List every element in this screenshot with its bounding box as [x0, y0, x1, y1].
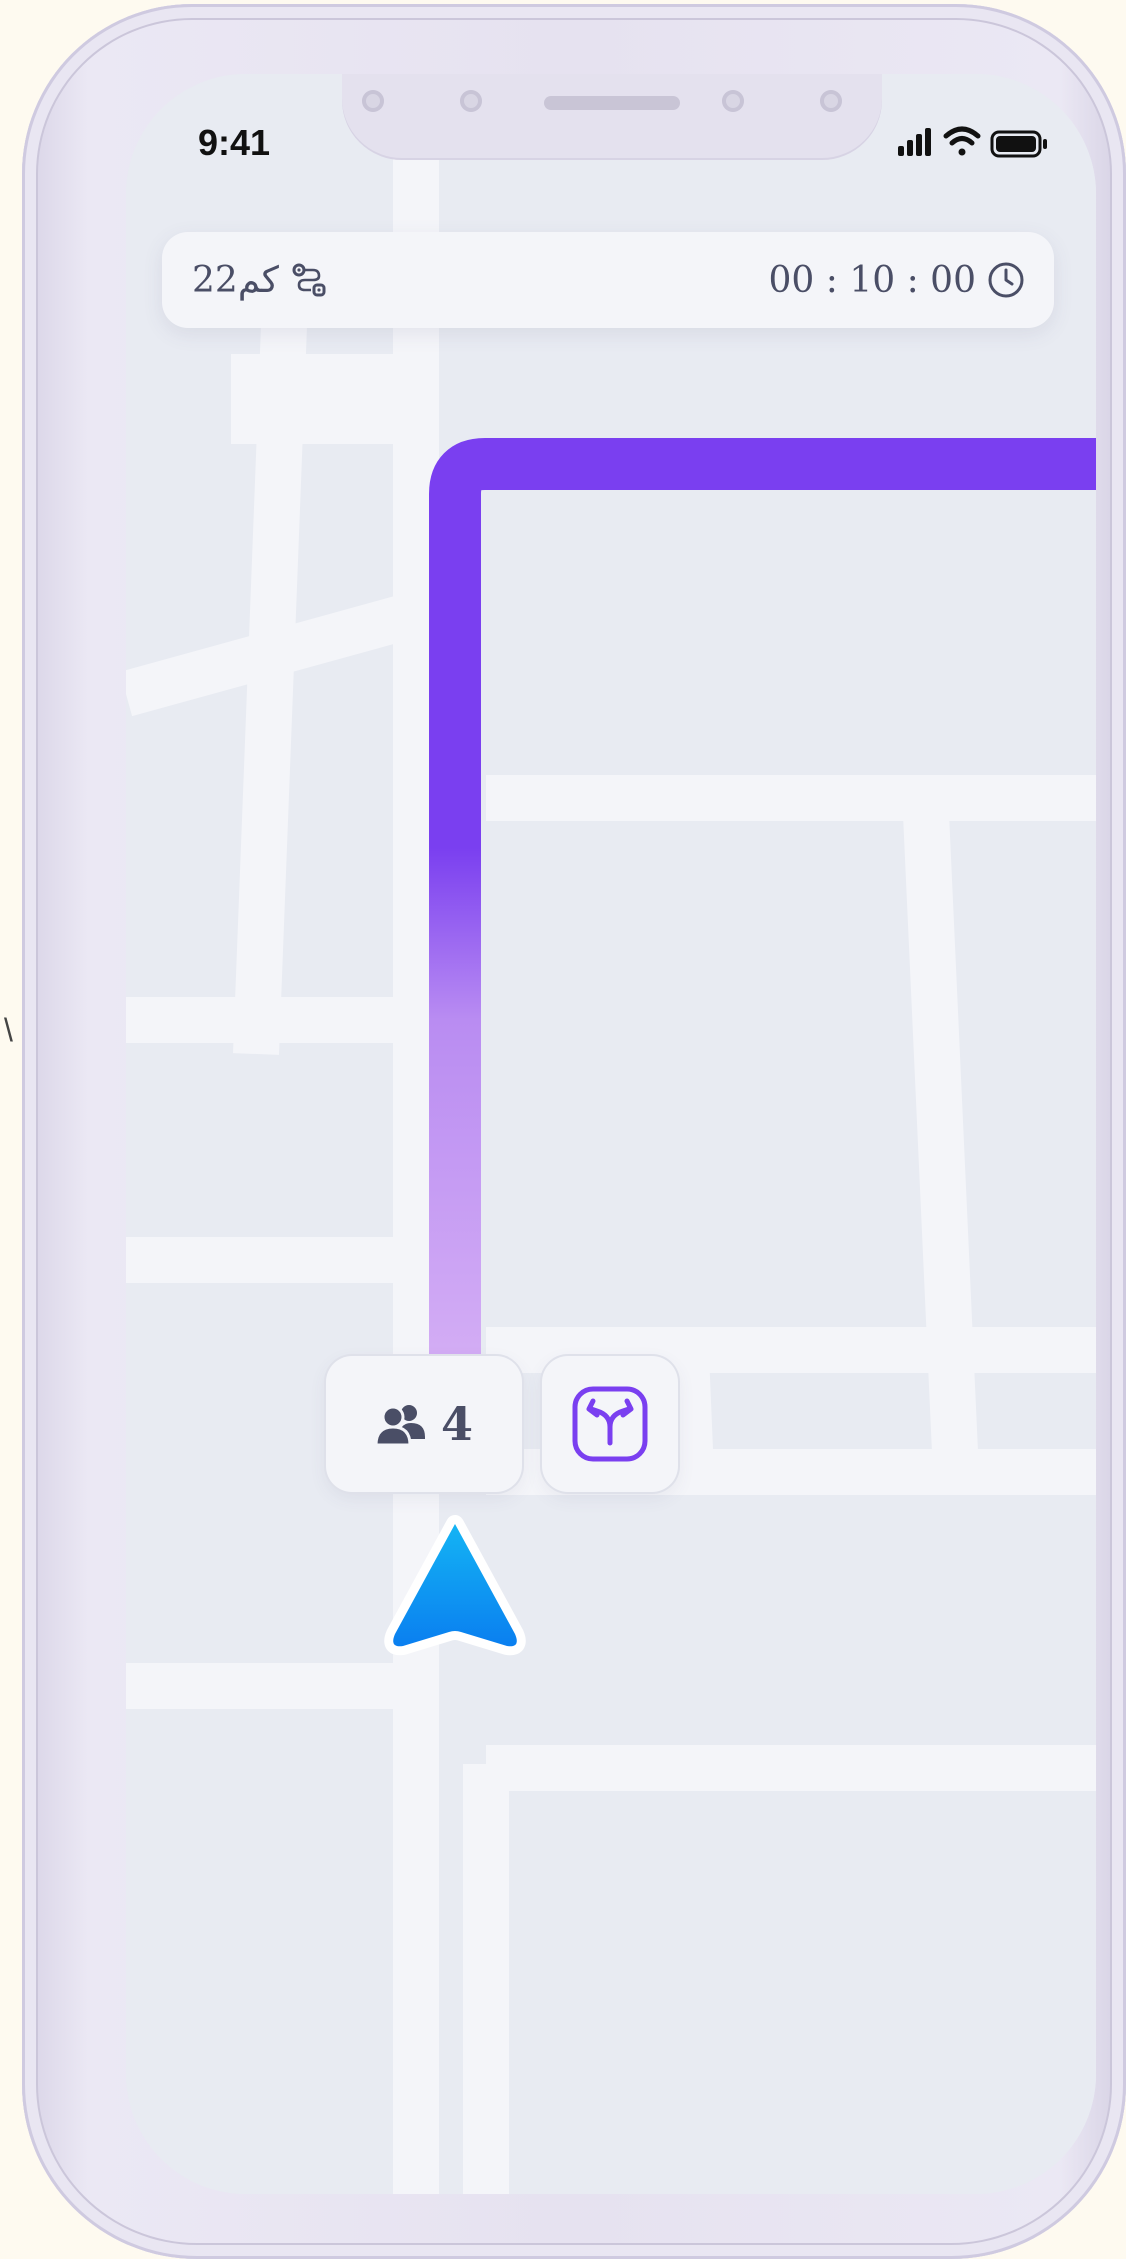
clock-icon — [988, 262, 1024, 298]
phone-frame: 9:41 22كم 00: 10: 00 4 — [22, 4, 1126, 2259]
passengers-button[interactable]: 4 — [326, 1356, 522, 1492]
distance-value: 22كم — [192, 259, 279, 301]
cellular-signal-icon — [898, 128, 931, 156]
distance-info: 22كم — [192, 256, 327, 304]
route-options-button[interactable] — [542, 1356, 678, 1492]
trip-info-card: 22كم 00 : 10 : 00 — [162, 232, 1054, 328]
status-icons — [898, 126, 1047, 158]
battery-icon — [990, 130, 1047, 158]
sensor-dot — [820, 90, 842, 112]
sensor-dot — [460, 90, 482, 112]
elapsed-time-value: 00 : 10 : 00 — [768, 259, 976, 301]
speaker-grille — [544, 96, 680, 110]
passengers-count: 4 — [440, 1397, 473, 1451]
split-route-icon — [572, 1386, 648, 1462]
users-icon — [374, 1405, 425, 1445]
elapsed-time-info: 00 : 10 : 00 — [769, 256, 1026, 304]
map-view[interactable] — [126, 74, 1096, 2194]
wifi-icon — [943, 126, 981, 156]
phone-notch — [342, 74, 882, 160]
phone-screen: 9:41 22كم 00: 10: 00 4 — [126, 74, 1096, 2194]
stray-mark: \ — [4, 1012, 13, 1048]
status-time: 9:41 — [198, 122, 271, 163]
map-road-segment — [231, 354, 401, 444]
camera-lens — [722, 90, 744, 112]
route-icon — [292, 263, 326, 297]
sensor-dot — [362, 90, 384, 112]
